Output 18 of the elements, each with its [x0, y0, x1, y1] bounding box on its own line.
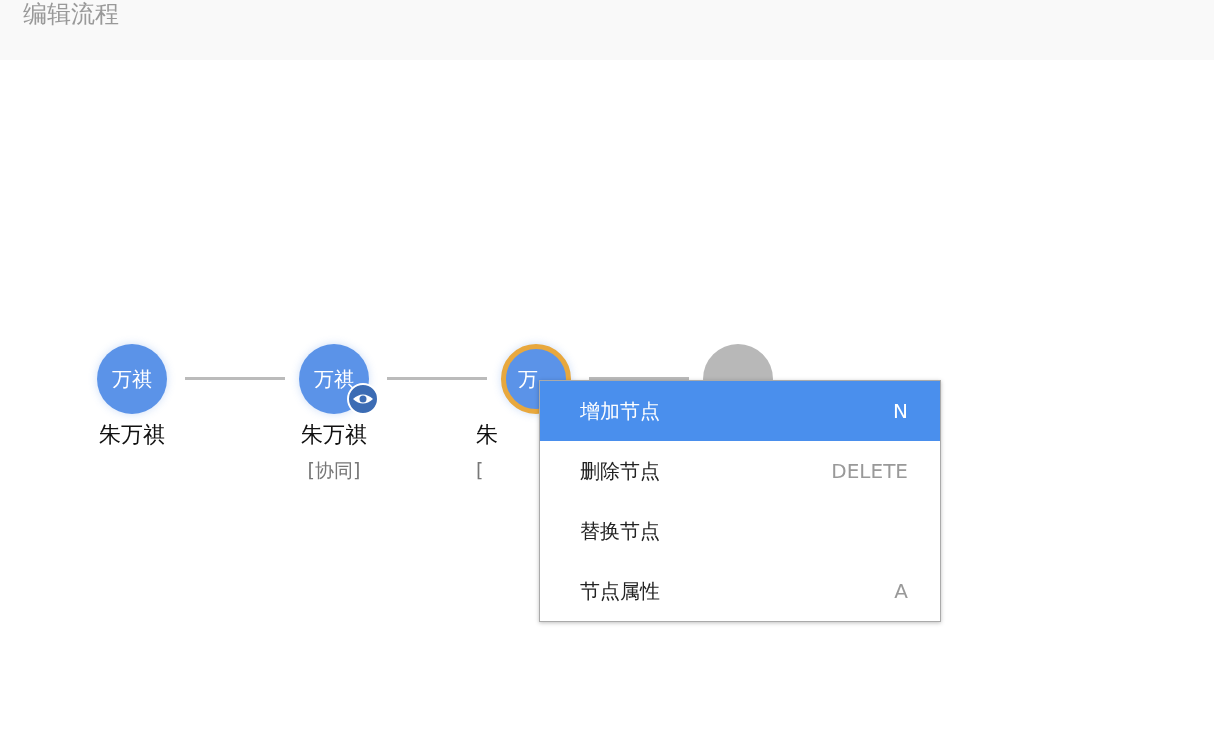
menu-item[interactable]: 替换节点 [540, 501, 940, 561]
menu-item-label: 替换节点 [580, 517, 660, 545]
node-role: [ [476, 458, 484, 483]
node-role: [协同] [306, 458, 362, 483]
menu-item[interactable]: 节点属性 A [540, 561, 940, 621]
menu-item[interactable]: 删除节点 DELETE [540, 441, 940, 501]
shortcut-key: DELETE [831, 459, 908, 483]
menu-item-label: 节点属性 [580, 577, 660, 605]
node-name: 朱 [476, 421, 498, 449]
shortcut-key: A [894, 579, 908, 603]
avatar-node[interactable]: 万祺 [97, 344, 167, 414]
menu-item-label: 删除节点 [580, 457, 660, 485]
shortcut-key: N [893, 399, 908, 423]
page-title: 编辑流程 [23, 0, 119, 28]
menu-item-label: 增加节点 [580, 397, 660, 425]
menu-item[interactable]: 增加节点 N [540, 381, 940, 441]
node-name: 朱万祺 [300, 421, 368, 449]
node-name: 朱万祺 [98, 421, 166, 449]
